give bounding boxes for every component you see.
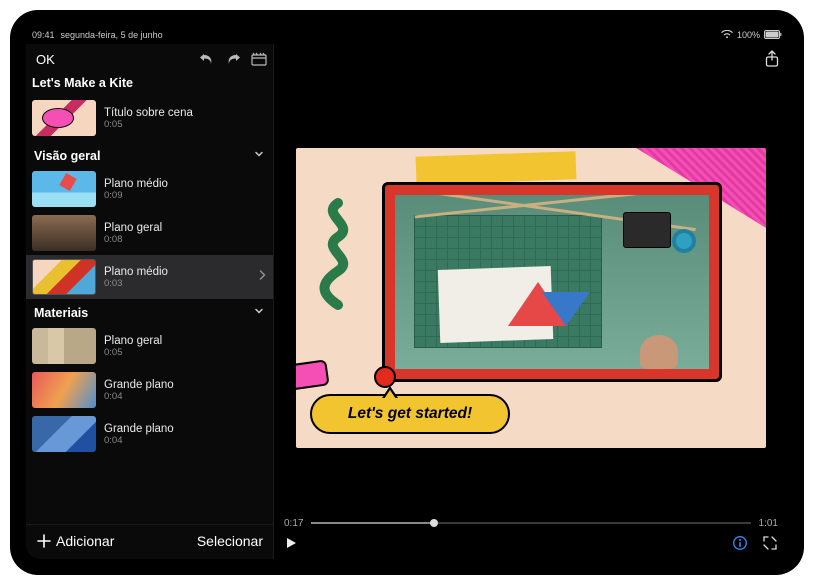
chevron-down-icon [253, 305, 265, 320]
clip-duration: 0:03 [104, 278, 168, 289]
battery-percent: 100% [737, 30, 760, 40]
clip-thumbnail [32, 328, 96, 364]
clip-thumbnail [32, 100, 96, 136]
section-header[interactable]: Materiais [26, 299, 273, 324]
clip-list: Título sobre cena 0:05 Visão geral Plano … [26, 94, 273, 524]
clip-label: Título sobre cena [104, 107, 193, 119]
time-total: 1:01 [759, 518, 778, 529]
clip-label: Plano geral [104, 335, 162, 347]
clip-duration: 0:08 [104, 234, 162, 245]
status-bar: 09:41 segunda-feira, 5 de junho 100% [26, 26, 788, 44]
clip-thumbnail [32, 259, 96, 295]
video-preview[interactable]: Let's get started! [296, 148, 766, 448]
info-icon[interactable] [732, 535, 748, 551]
clip-thumbnail [32, 372, 96, 408]
chevron-right-icon [257, 268, 267, 286]
clip-duration: 0:04 [104, 391, 174, 402]
add-button[interactable]: Adicionar [36, 533, 114, 549]
decor-strip [296, 359, 330, 390]
clip-duration: 0:05 [104, 347, 162, 358]
clip-label: Grande plano [104, 423, 174, 435]
clip-label: Plano geral [104, 222, 162, 234]
decor-squiggle [308, 198, 368, 318]
clip-item[interactable]: Grande plano0:04 [26, 368, 273, 412]
add-button-label: Adicionar [56, 533, 114, 549]
plus-icon [36, 533, 52, 549]
select-button[interactable]: Selecionar [197, 533, 263, 549]
clip-thumbnail [32, 416, 96, 452]
chevron-down-icon [253, 148, 265, 163]
speech-bubble: Let's get started! [310, 394, 510, 434]
time-current: 0:17 [284, 518, 303, 529]
redo-icon[interactable] [225, 52, 241, 66]
ipad-frame: 09:41 segunda-feira, 5 de junho 100% OK [10, 10, 804, 575]
video-frame [382, 182, 722, 382]
status-time: 09:41 [32, 30, 55, 40]
decor-dot [374, 366, 396, 388]
section-header[interactable]: Visão geral [26, 142, 273, 167]
clip-item[interactable]: Plano médio0:03 [26, 255, 273, 299]
storyboard-icon[interactable] [251, 52, 267, 66]
ok-button[interactable]: OK [32, 50, 59, 69]
bubble-text: Let's get started! [348, 405, 472, 423]
wifi-icon [721, 30, 733, 41]
battery-icon [764, 30, 782, 41]
clip-duration: 0:09 [104, 190, 168, 201]
clip-label: Plano médio [104, 178, 168, 190]
screen: 09:41 segunda-feira, 5 de junho 100% OK [26, 26, 788, 559]
section-title: Materiais [34, 306, 88, 320]
clip-thumbnail [32, 171, 96, 207]
scrubber[interactable] [311, 515, 750, 531]
clip-duration: 0:05 [104, 119, 193, 130]
clip-item[interactable]: Plano geral0:05 [26, 324, 273, 368]
project-title: Let's Make a Kite [26, 74, 273, 94]
decor-tape [416, 151, 577, 185]
clip-item[interactable]: Título sobre cena 0:05 [26, 94, 273, 142]
share-icon[interactable] [764, 50, 780, 68]
sidebar: OK Let's Make a Kite [26, 44, 274, 559]
fullscreen-icon[interactable] [762, 535, 778, 551]
transport-bar: 0:17 1:01 [274, 511, 788, 559]
clip-item[interactable]: Plano médio0:09 [26, 167, 273, 211]
undo-icon[interactable] [199, 52, 215, 66]
clip-item[interactable]: Grande plano0:04 [26, 412, 273, 456]
clip-label: Plano médio [104, 266, 168, 278]
section-title: Visão geral [34, 149, 100, 163]
clip-thumbnail [32, 215, 96, 251]
clip-item[interactable]: Plano geral0:08 [26, 211, 273, 255]
status-date: segunda-feira, 5 de junho [61, 30, 163, 40]
clip-duration: 0:04 [104, 435, 174, 446]
preview-area: Let's get started! 0:17 1:01 [274, 44, 788, 559]
clip-label: Grande plano [104, 379, 174, 391]
play-icon[interactable] [284, 536, 298, 550]
